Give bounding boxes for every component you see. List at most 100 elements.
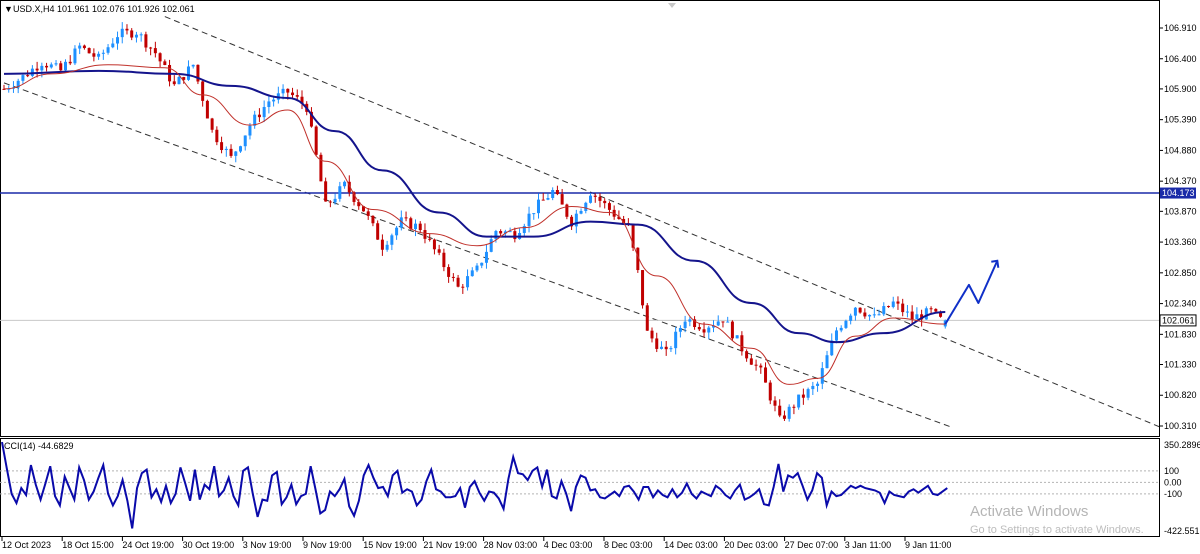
candle-body [655,338,659,349]
candle-body [877,314,881,316]
time-tick-label: 15 Nov 19:00 [363,540,417,550]
candle-body [764,367,768,383]
candle-body [210,118,214,130]
candle-body [494,231,498,240]
current-price-tag: 102.061 [1159,314,1197,327]
time-tick-label: 20 Dec 03:00 [724,540,778,550]
candle-body [598,196,602,201]
candle-body [451,276,455,278]
candle-body [834,330,838,341]
price-tick-label: 103.870 [1164,206,1197,216]
candle-body [872,314,876,316]
main-chart-frame [0,0,1160,437]
candle-body [579,210,583,214]
candle-body [328,201,332,203]
candle-body [853,307,857,316]
candle-body [527,213,531,227]
candle-body [21,75,25,81]
candle-body [82,45,86,49]
candle-body [456,277,460,287]
candle-body [73,48,77,64]
candle-body [466,276,470,288]
cci-scale-label: -100 [1164,489,1182,499]
current-price-tag-text: 102.061 [1162,315,1195,325]
candle-body [149,47,153,49]
candle-body [395,227,399,236]
candle-body [63,61,67,71]
candle-body [333,198,337,203]
candle-body [248,125,252,136]
candle-body [560,194,564,205]
candle-body [35,68,39,71]
candle-body [891,301,895,307]
symbol-menu-icon[interactable]: ▼ [4,4,13,14]
candle-body [68,61,72,64]
candle-body [641,270,645,306]
candle-body [224,148,228,151]
price-tick-label: 105.390 [1164,115,1197,125]
candle-body [130,30,134,38]
candle-body [40,65,44,71]
candle-body [205,100,209,119]
candle-body [934,308,938,312]
time-tick-label: 8 Dec 03:00 [604,540,653,550]
candle-body [716,321,720,326]
candle-body [295,95,299,97]
candle-body [778,405,782,416]
candle-body [863,312,867,317]
candle-body [797,394,801,408]
candle-body [901,303,905,313]
price-tick-label: 102.340 [1164,299,1197,309]
candle-body [768,382,772,401]
candle-body [432,239,436,250]
price-tick-label: 106.910 [1164,23,1197,33]
candle-body [59,63,63,71]
candle-body [664,346,668,350]
candle-body [801,394,805,398]
candle-body [49,64,53,68]
time-tick-label: 24 Oct 19:00 [122,540,174,550]
candle-body [380,239,384,250]
candle-body [239,146,242,152]
candle-body [499,231,503,234]
candle-body [929,308,933,310]
candle-body [324,181,328,202]
candle-body [106,47,110,53]
candle-body [385,244,389,250]
candle [641,270,645,309]
candle-body [811,385,815,390]
candle-body [45,65,49,68]
candle-body [555,190,559,195]
candle-body [589,195,593,203]
candle-body [858,307,862,313]
candle-body [447,267,451,277]
candle-body [480,262,484,266]
candle-body [674,331,678,349]
candle-body [536,199,540,214]
price-tick-label: 104.370 [1164,176,1197,186]
candle-body [489,239,493,252]
candle-body [201,81,205,101]
candle-body [745,351,749,359]
candle-body [683,321,687,329]
time-tick-label: 3 Nov 19:00 [243,540,292,550]
candle-body [730,321,734,339]
candle-body [461,286,465,288]
candle-body [428,238,432,240]
candle-body [272,99,276,102]
candle-body [844,320,848,328]
candle-body [116,37,120,44]
candle-body [163,61,167,66]
candle [735,335,739,339]
candle [196,64,200,85]
indicator-frame [0,438,1160,537]
candle-body [759,365,763,368]
candle-body [281,88,285,94]
time-tick-label: 14 Dec 03:00 [664,540,718,550]
price-tick-label: 104.880 [1164,145,1197,155]
candle-body [513,231,517,240]
candle-body [139,34,143,36]
candle-body [659,346,663,349]
candle-body [787,406,791,419]
chart-canvas[interactable]: 106.910 106.400 105.900 105.390 104.880 104.3… [0,0,1200,554]
